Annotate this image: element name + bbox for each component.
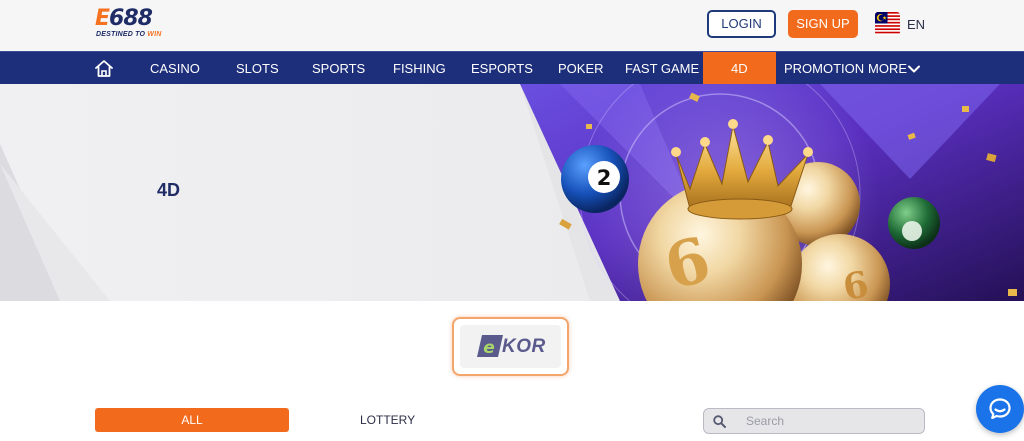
search-box [703,408,925,434]
provider-card-ekor[interactable]: e KOR [452,317,569,376]
banner-artwork: 2 6 6 [0,84,1024,301]
nav-item-casino[interactable]: CASINO [150,52,200,85]
chevron-down-icon[interactable] [907,62,921,74]
nav-item-poker[interactable]: POKER [558,52,604,85]
nav-item-4d[interactable]: 4D [731,52,748,85]
main-navigation: CASINO SLOTS SPORTS FISHING ESPORTS POKE… [0,51,1024,85]
nav-item-fishing[interactable]: FISHING [393,52,446,85]
nav-item-fast-game[interactable]: FAST GAME [625,52,699,85]
nav-item-sports[interactable]: SPORTS [312,52,365,85]
provider-logo-text: KOR [502,336,546,357]
signup-button[interactable]: SIGN UP [788,10,858,38]
banner-ball-number: 2 [597,166,612,190]
chat-bubble-icon [989,398,1011,420]
home-icon[interactable] [94,59,114,78]
malaysia-flag-icon[interactable] [875,12,900,35]
filter-tab-all[interactable]: ALL [95,408,289,432]
page-title: 4D [157,180,181,200]
logo-tagline: DESTINED TO WIN [96,31,162,38]
login-button[interactable]: LOGIN [707,10,776,38]
nav-item-promotion[interactable]: PROMOTION [784,52,864,85]
ekor-logo-icon: e [477,335,503,358]
site-logo[interactable]: E688 DESTINED TO WIN [95,6,185,42]
logo-wordmark: E688 [95,6,153,31]
provider-logo-letter: e [483,338,495,358]
nav-item-esports[interactable]: ESPORTS [471,52,533,85]
search-input[interactable] [746,412,916,430]
live-chat-button[interactable] [976,385,1024,433]
top-header: E688 DESTINED TO WIN LOGIN SIGN UP EN [0,0,1024,51]
search-icon [713,415,726,428]
filter-tab-lottery[interactable]: LOTTERY [360,413,415,427]
nav-item-more[interactable]: MORE [868,52,907,85]
language-selector[interactable]: EN [907,17,925,32]
nav-item-slots[interactable]: SLOTS [236,52,279,85]
hero-banner: 2 6 6 4D [0,84,1024,301]
